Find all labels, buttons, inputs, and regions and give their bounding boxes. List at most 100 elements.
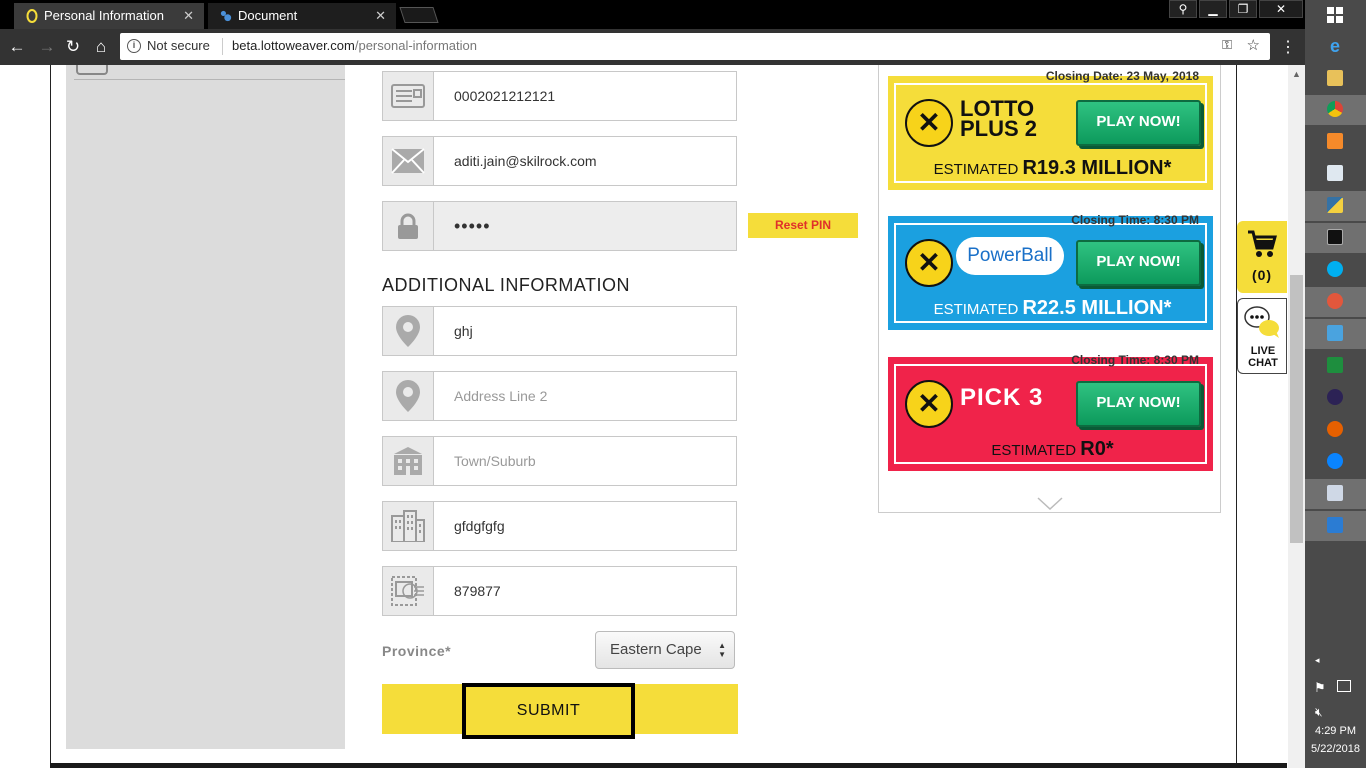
file-explorer-icon[interactable] [1305,64,1366,94]
internet-explorer-icon[interactable]: e [1305,32,1366,62]
location-pin-icon [383,307,434,355]
live-chat-button[interactable]: LIVE CHAT [1237,298,1287,374]
url-text[interactable]: beta.lottoweaver.com/personal-informatio… [232,38,477,53]
spreadsheet-icon[interactable] [1305,351,1366,381]
game-card-frame: ✕ LOTTO PLUS 2 PLAY NOW! ESTIMATED R19.3… [894,83,1207,183]
email-field[interactable]: aditi.jain@skilrock.com [382,136,737,186]
play-now-button[interactable]: PLAY NOW! [1076,381,1201,427]
game-card-frame: ✕ PICK 3 PLAY NOW! ESTIMATED R0* [894,364,1207,464]
home-icon[interactable]: ⌂ [90,36,112,58]
id-number-value: 0002021212121 [454,88,556,104]
chrome-icon[interactable] [1305,95,1366,125]
command-prompt-icon[interactable] [1305,223,1366,253]
minimize-button[interactable]: ▁ [1199,0,1227,18]
skype-icon[interactable] [1305,255,1366,285]
scrollbar-thumb[interactable] [1290,275,1303,543]
cart-count: (0) [1251,267,1273,283]
forward-arrow-icon[interactable]: → [36,36,58,58]
new-tab-button[interactable] [399,7,439,23]
cart-icon [1248,230,1277,257]
tab-document[interactable]: Document ✕ [208,3,396,29]
town-suburb-placeholder: Town/Suburb [454,453,536,469]
app-icon[interactable] [1305,287,1366,317]
scroll-up-icon[interactable]: ▲ [1292,69,1301,79]
live-chat-label-line-2: CHAT [1248,357,1278,369]
estimate-value: R19.3 MILLION* [1022,157,1172,179]
address-bar[interactable]: i Not secure beta.lottoweaver.com/person… [120,33,1270,60]
address-line-2-placeholder: Address Line 2 [454,388,548,404]
flag-icon[interactable]: ⚑ [1314,680,1326,696]
game-card-frame: ✕ PowerBall PLAY NOW! ESTIMATED R22.5 MI… [894,223,1207,323]
play-now-button[interactable]: PLAY NOW! [1076,100,1201,146]
postal-code-field[interactable]: 879877 [382,566,737,616]
town-suburb-field[interactable]: Town/Suburb [382,436,737,486]
divider [74,79,345,80]
firefox-dev-icon[interactable] [1305,447,1366,477]
tab-personal-information[interactable]: Personal Information ✕ [14,3,204,29]
python-icon[interactable] [1305,191,1366,221]
play-now-button[interactable]: PLAY NOW! [1076,240,1201,286]
estimate-value: R0* [1080,438,1114,460]
province-select[interactable]: Eastern Cape ▲ ▼ [595,631,735,669]
sublime-text-icon[interactable] [1305,127,1366,157]
page-scrollbar[interactable]: ▲ [1288,65,1305,768]
info-icon[interactable]: i [127,39,141,53]
tab-close-icon[interactable]: ✕ [183,3,194,29]
chevron-down-icon[interactable] [1037,497,1063,510]
address-line-1-field[interactable]: ghj [382,306,737,356]
network-icon[interactable] [1337,680,1351,692]
estimate-prefix: ESTIMATED [933,301,1019,318]
eclipse-icon[interactable] [1305,383,1366,413]
address-line-2-field[interactable]: Address Line 2 [382,371,737,421]
id-card-icon [383,72,434,120]
bookmark-star-icon[interactable]: ☆ [1247,36,1260,54]
notepad-icon[interactable] [1305,159,1366,189]
stamp-icon [383,567,434,615]
tray-expand-icon[interactable]: ◂ [1315,655,1320,666]
additional-information-heading: ADDITIONAL INFORMATION [382,275,631,295]
live-chat-label: LIVE CHAT [1238,345,1288,369]
divider [222,38,223,55]
submit-button[interactable]: SUBMIT [462,683,635,739]
envelope-icon [383,137,434,185]
game-card-background: ✕ PICK 3 PLAY NOW! ESTIMATED R0* [888,357,1213,471]
volume-muted-icon[interactable]: 🔇︎ [1315,705,1323,720]
game-card-background: ✕ LOTTO PLUS 2 PLAY NOW! ESTIMATED R19.3… [888,76,1213,190]
closing-time-label: Closing Time: 8:30 PM [1071,353,1199,367]
windows-taskbar: e ◂ ⚑ 🔇︎ 4:29 PM 5/22/2018 [1305,0,1366,768]
pin-field: ••••• [382,201,737,251]
national-lottery-logo-icon: ✕ [905,239,953,287]
game-name: PICK 3 [960,384,1044,411]
paint-icon[interactable] [1305,479,1366,509]
firefox-icon[interactable] [1305,415,1366,445]
close-window-button[interactable]: ✕ [1259,0,1303,18]
restore-button[interactable]: ❐ [1229,0,1257,18]
url-host: beta.lottoweaver.com [232,38,355,53]
taskbar-clock[interactable]: 4:29 PM 5/22/2018 [1305,722,1366,758]
cart-button[interactable]: (0) [1237,221,1287,293]
profile-icon[interactable]: ⚲ [1169,0,1197,18]
dolphin-app-icon[interactable] [1305,319,1366,349]
browser-toolbar: ← → ↻ ⌂ i Not secure beta.lottoweaver.co… [0,29,1305,65]
game-card-background: ✕ PowerBall PLAY NOW! ESTIMATED R22.5 MI… [888,216,1213,330]
closing-time-label: Closing Time: 8:30 PM [1071,213,1199,227]
national-lottery-logo-icon: ✕ [905,380,953,428]
sidebar-menu-icon[interactable] [76,65,108,75]
tab-close-icon[interactable]: ✕ [375,3,386,29]
reload-icon[interactable]: ↻ [62,36,84,58]
city-field[interactable]: gfdgfgfg [382,501,737,551]
estimate-prefix: ESTIMATED [991,442,1077,459]
browser-menu-icon[interactable]: ⋮ [1280,37,1296,57]
browser-tabstrip: Personal Information ✕ Document ✕ ⚲ ▁ ❐ … [0,0,1305,29]
select-arrows-icon: ▲ ▼ [718,641,726,659]
reset-pin-button[interactable]: Reset PIN [748,213,858,238]
city-icon [383,502,434,550]
account-sidebar [66,65,345,749]
windows-start-icon[interactable] [1327,7,1343,23]
id-number-field[interactable]: 0002021212121 [382,71,737,121]
lock-icon [383,202,434,250]
back-arrow-icon[interactable]: ← [6,36,28,58]
document-favicon-icon [220,10,232,22]
word-icon[interactable] [1305,511,1366,541]
key-icon[interactable]: ⚿ [1222,37,1232,53]
